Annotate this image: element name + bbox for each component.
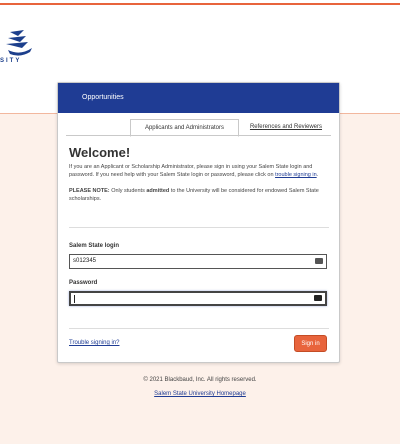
ship-logo-icon [6,30,32,56]
note-text-1: Only students [111,188,145,194]
copyright-text: © 2021 Blackbaud, Inc. All rights reserv… [143,377,257,383]
content-divider [69,227,329,228]
login-field[interactable]: s012345 [69,254,327,269]
tab-references[interactable]: References and Reviewers [241,119,331,135]
homepage-link[interactable]: Salem State University Homepage [0,391,400,397]
welcome-content: Welcome! If you are an Applicant or Scho… [69,145,329,203]
login-value: s012345 [73,258,97,264]
trouble-signing-in-link[interactable]: Trouble signing in? [69,340,119,346]
welcome-title: Welcome! [69,145,131,160]
card-header-title: Opportunities [82,94,124,101]
sign-in-button[interactable]: Sign in [294,335,327,352]
top-accent-rule [0,3,400,5]
note-label: PLEASE NOTE: [69,188,110,194]
note-bold: admitted [146,188,170,194]
trouble-signing-in-link[interactable]: trouble signing in [275,172,317,178]
welcome-intro: If you are an Applicant or Scholarship A… [69,164,319,178]
autofill-key-icon[interactable] [314,295,322,301]
logo-wordmark: SITY [0,58,22,64]
text-caret [74,295,75,303]
actions-divider [69,328,329,329]
card-header: Opportunities [58,83,339,113]
admission-note: PLEASE NOTE: Only students admitted to t… [69,187,329,203]
login-label: Salem State login [69,243,120,249]
password-label: Password [69,280,98,286]
password-field[interactable] [69,291,327,306]
tab-divider [66,135,331,136]
autofill-key-icon[interactable] [315,258,323,264]
signin-card: Opportunities Applicants and Administrat… [57,82,340,363]
